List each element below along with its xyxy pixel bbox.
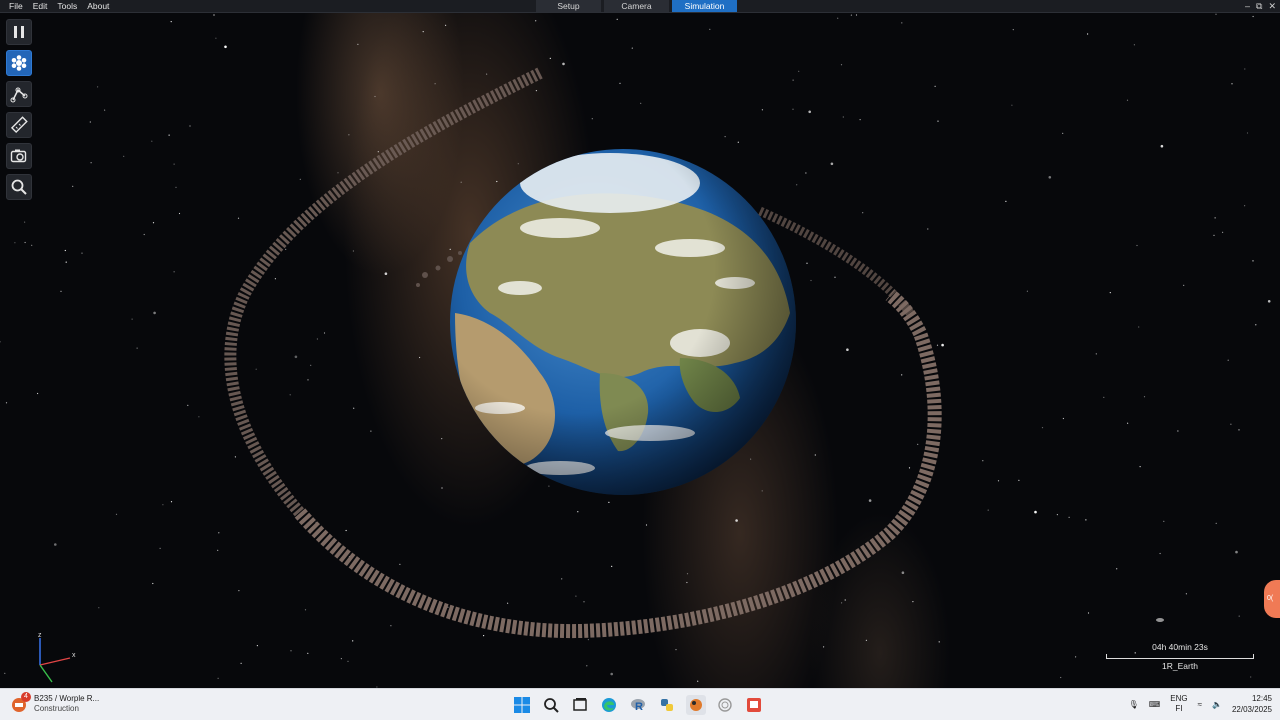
language-indicator[interactable]: ENG FI xyxy=(1170,694,1187,714)
app-title: B235 / Worple R... xyxy=(34,694,100,703)
scale-bar xyxy=(1106,654,1254,659)
clock-time: 12:45 xyxy=(1251,694,1272,703)
trajectory-tool-button[interactable] xyxy=(6,81,32,107)
camera-settings-button[interactable] xyxy=(6,143,32,169)
tool-panel xyxy=(6,19,32,200)
tab-setup[interactable]: Setup xyxy=(536,0,601,12)
language-code: ENG xyxy=(1170,694,1188,703)
molecule-icon xyxy=(11,55,27,71)
edge-icon xyxy=(602,698,616,712)
planet-app-icon xyxy=(690,699,702,711)
mode-tabs: Setup Camera Simulation xyxy=(536,0,737,12)
side-panel-handle[interactable]: 0( xyxy=(1264,580,1280,618)
x-axis-line xyxy=(39,657,71,666)
r-lang-icon: R xyxy=(631,699,645,713)
task-view-button[interactable] xyxy=(570,695,590,715)
search-icon xyxy=(544,698,559,713)
volume-icon[interactable]: 🔈 xyxy=(1212,700,1222,709)
screen-capture-icon xyxy=(747,698,761,712)
taskbar-search-button[interactable] xyxy=(541,695,561,715)
recorder-app[interactable] xyxy=(715,695,735,715)
search-icon xyxy=(11,179,27,195)
wifi-icon[interactable]: ≈ xyxy=(1198,700,1202,709)
viewport[interactable] xyxy=(0,13,1280,688)
taskbar-app-status[interactable]: 4 B235 / Worple R... Construction xyxy=(10,692,100,714)
record-icon xyxy=(718,698,732,712)
taskbar-apps: R xyxy=(512,695,764,715)
earth-globe[interactable] xyxy=(450,149,796,495)
path-nodes-icon xyxy=(10,87,28,103)
keyboard-icon[interactable]: ⌨ xyxy=(1149,700,1161,709)
distant-galaxy xyxy=(1156,618,1164,622)
bodies-tool-button[interactable] xyxy=(6,50,32,76)
search-button[interactable] xyxy=(6,174,32,200)
axes-gizmo: z x xyxy=(30,630,90,691)
minimize-icon[interactable]: – xyxy=(1245,0,1250,13)
python-app[interactable] xyxy=(657,695,677,715)
system-tray: 🎙 ⌨ ENG FI ≈ 🔈 12:45 22/03/2025 xyxy=(1129,693,1272,715)
menu-file[interactable]: File xyxy=(4,0,28,13)
clock[interactable]: 12:45 22/03/2025 xyxy=(1232,693,1272,715)
task-view-icon xyxy=(573,698,587,711)
app-subtitle: Construction xyxy=(34,704,79,713)
scale-label: 1R_Earth xyxy=(1162,661,1198,671)
camera-settings-icon xyxy=(10,149,27,163)
start-button[interactable] xyxy=(512,695,532,715)
tab-camera[interactable]: Camera xyxy=(604,0,669,12)
measure-tool-button[interactable] xyxy=(6,112,32,138)
pause-icon xyxy=(14,26,24,38)
close-icon[interactable]: ✕ xyxy=(1268,0,1276,13)
notification-badge: 4 xyxy=(21,692,31,702)
ruler-icon xyxy=(10,116,28,134)
python-icon xyxy=(661,699,673,711)
keyboard-layout: FI xyxy=(1175,704,1183,713)
z-axis-label: z xyxy=(38,632,42,639)
main-menu: File Edit Tools About xyxy=(4,0,114,13)
sim-info: 04h 40min 23s 1R_Earth xyxy=(1106,642,1254,671)
svg-text:R: R xyxy=(635,701,643,713)
x-axis-label: x xyxy=(72,652,76,659)
window-controls: – ⧉ ✕ xyxy=(1245,0,1276,13)
r-app[interactable]: R xyxy=(628,695,648,715)
simulator-app[interactable] xyxy=(686,695,706,715)
windows-icon xyxy=(514,697,530,713)
tab-simulation[interactable]: Simulation xyxy=(672,0,737,12)
menu-about[interactable]: About xyxy=(82,0,114,13)
app-icon: 4 xyxy=(10,692,31,713)
microphone-icon[interactable]: 🎙 xyxy=(1129,700,1139,709)
sim-time: 04h 40min 23s xyxy=(1152,642,1208,652)
pause-button[interactable] xyxy=(6,19,32,45)
edge-app[interactable] xyxy=(599,695,619,715)
menu-tools[interactable]: Tools xyxy=(52,0,82,13)
y-axis-line xyxy=(39,664,53,683)
menu-bar: File Edit Tools About Setup Camera Simul… xyxy=(0,0,1280,13)
starfield xyxy=(0,13,1271,688)
menu-edit[interactable]: Edit xyxy=(28,0,53,13)
clock-date: 22/03/2025 xyxy=(1231,705,1272,714)
taskbar: 4 B235 / Worple R... Construction R 🎙 ⌨ … xyxy=(0,688,1280,720)
restore-icon[interactable]: ⧉ xyxy=(1256,0,1262,13)
screen-capture-app[interactable] xyxy=(744,695,764,715)
